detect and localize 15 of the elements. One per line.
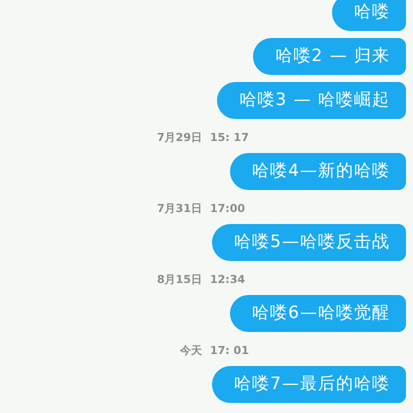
message-bubble[interactable]: 哈喽6—哈喽觉醒 <box>230 295 406 332</box>
timestamp-date: 今天 <box>179 342 203 359</box>
message-bubble[interactable]: 哈喽 <box>332 0 406 31</box>
timestamp-time: 17: 01 <box>210 342 249 359</box>
timestamp-date: 7月31日 <box>156 200 203 217</box>
message-bubble[interactable]: 哈喽7—最后的哈喽 <box>212 366 406 403</box>
message-bubble[interactable]: 哈喽4—新的哈喽 <box>230 153 406 190</box>
timestamp-date: 8月15日 <box>156 272 203 288</box>
message-bubble[interactable]: 哈喽5—哈喽反击战 <box>212 224 406 261</box>
message-bubble[interactable]: 哈喽2 — 归来 <box>253 38 406 75</box>
timestamp-time: 12:34 <box>210 272 246 288</box>
timestamp-date: 7月29日 <box>156 130 203 146</box>
timestamp-time: 17:00 <box>210 200 246 217</box>
timestamp-time: 15: 17 <box>210 130 249 146</box>
message-bubble[interactable]: 哈喽3 — 哈喽崛起 <box>217 82 406 119</box>
